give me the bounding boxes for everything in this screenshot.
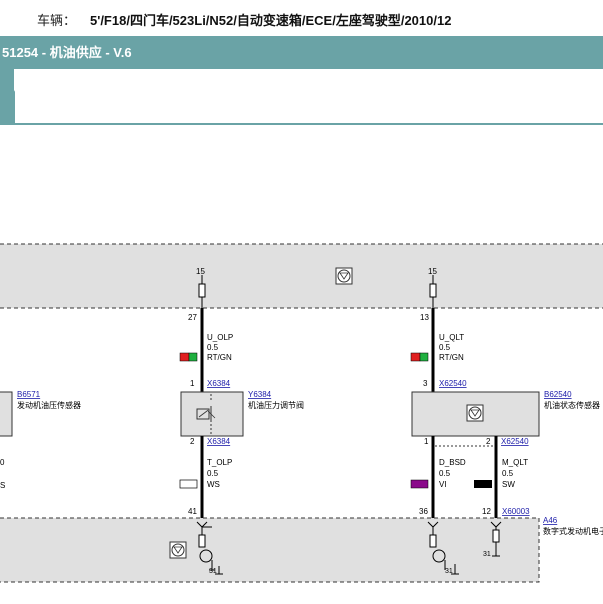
b6571-id[interactable]: B6571 <box>17 390 41 399</box>
y6384-box <box>180 391 244 437</box>
electronic-module-icon-bottom <box>169 541 187 559</box>
left-partial-s: S <box>0 481 5 490</box>
pin-c2-mid: 3 <box>423 379 428 388</box>
w1-signal: U_OLP <box>207 333 233 342</box>
pin-b3: 12 <box>482 507 491 516</box>
pin-gnd3: 31 <box>483 551 491 558</box>
w5-swatch-black <box>474 480 492 488</box>
b62540-id[interactable]: B62540 <box>544 390 572 399</box>
w2-size: 0.5 <box>439 343 451 352</box>
w2-signal: U_QLT <box>439 333 464 342</box>
w5-color: SW <box>502 480 515 489</box>
connector-c3[interactable]: X6384 <box>207 437 231 446</box>
connector-c4[interactable]: X62540 <box>501 437 529 446</box>
a46-id[interactable]: A46 <box>543 516 558 525</box>
connector-c1[interactable]: X6384 <box>207 379 231 388</box>
a46-name: 数字式发动机电子 <box>543 526 603 536</box>
electronic-module-icon <box>335 267 353 285</box>
y6384-id[interactable]: Y6384 <box>248 390 272 399</box>
connector-c5[interactable]: X60003 <box>502 507 530 516</box>
w4-color: VI <box>439 480 447 489</box>
w2-color: RT/GN <box>439 353 464 362</box>
w5-size: 0.5 <box>502 469 514 478</box>
sensor-module-icon <box>466 404 484 422</box>
pin-c1-mid: 1 <box>190 379 195 388</box>
pin-top-right: 15 <box>428 267 437 276</box>
tab-outline <box>0 67 603 125</box>
w2-swatch-green <box>419 352 429 362</box>
b6571-name: 发动机油压传感器 <box>17 400 81 410</box>
pin-c1-top: 27 <box>188 313 197 322</box>
left-partial-zero: 0 <box>0 458 5 467</box>
w4-size: 0.5 <box>439 469 451 478</box>
w5-signal: M_QLT <box>502 458 528 467</box>
b6571-box <box>0 391 13 437</box>
y6384-name: 机油压力调节阀 <box>248 400 304 410</box>
w1-size: 0.5 <box>207 343 219 352</box>
pin-top-left: 15 <box>196 267 205 276</box>
pin-b1: 41 <box>188 507 197 516</box>
w3-swatch-white <box>179 479 198 489</box>
w3-size: 0.5 <box>207 469 219 478</box>
pin-gnd1: 31 <box>209 568 217 575</box>
pin-b2: 36 <box>419 507 428 516</box>
w4-signal: D_BSD <box>439 458 466 467</box>
w3-color: WS <box>207 480 220 489</box>
wiring-diagram: 15 15 B6571 发动机油压传感器 0 S 27 U_OLP 0.5 RT… <box>0 67 603 583</box>
pin-c2-top: 13 <box>420 313 429 322</box>
w4-swatch-violet <box>410 479 429 489</box>
w1-swatch-red <box>179 352 190 362</box>
w2-swatch-red <box>410 352 421 362</box>
tab-marker <box>0 68 14 124</box>
connector-c2[interactable]: X62540 <box>439 379 467 388</box>
pin-c1-bot: 2 <box>190 437 195 446</box>
pin-gnd2: 31 <box>445 568 453 575</box>
a46-module-panel <box>0 518 539 582</box>
pin-c3-bot: 1 <box>424 437 429 446</box>
pin-c4-bot: 2 <box>486 437 491 446</box>
w1-color: RT/GN <box>207 353 232 362</box>
w3-signal: T_OLP <box>207 458 232 467</box>
b62540-name: 机油状态传感器 <box>544 400 600 410</box>
top-module-panel <box>0 244 603 308</box>
w1-swatch-green <box>188 352 198 362</box>
